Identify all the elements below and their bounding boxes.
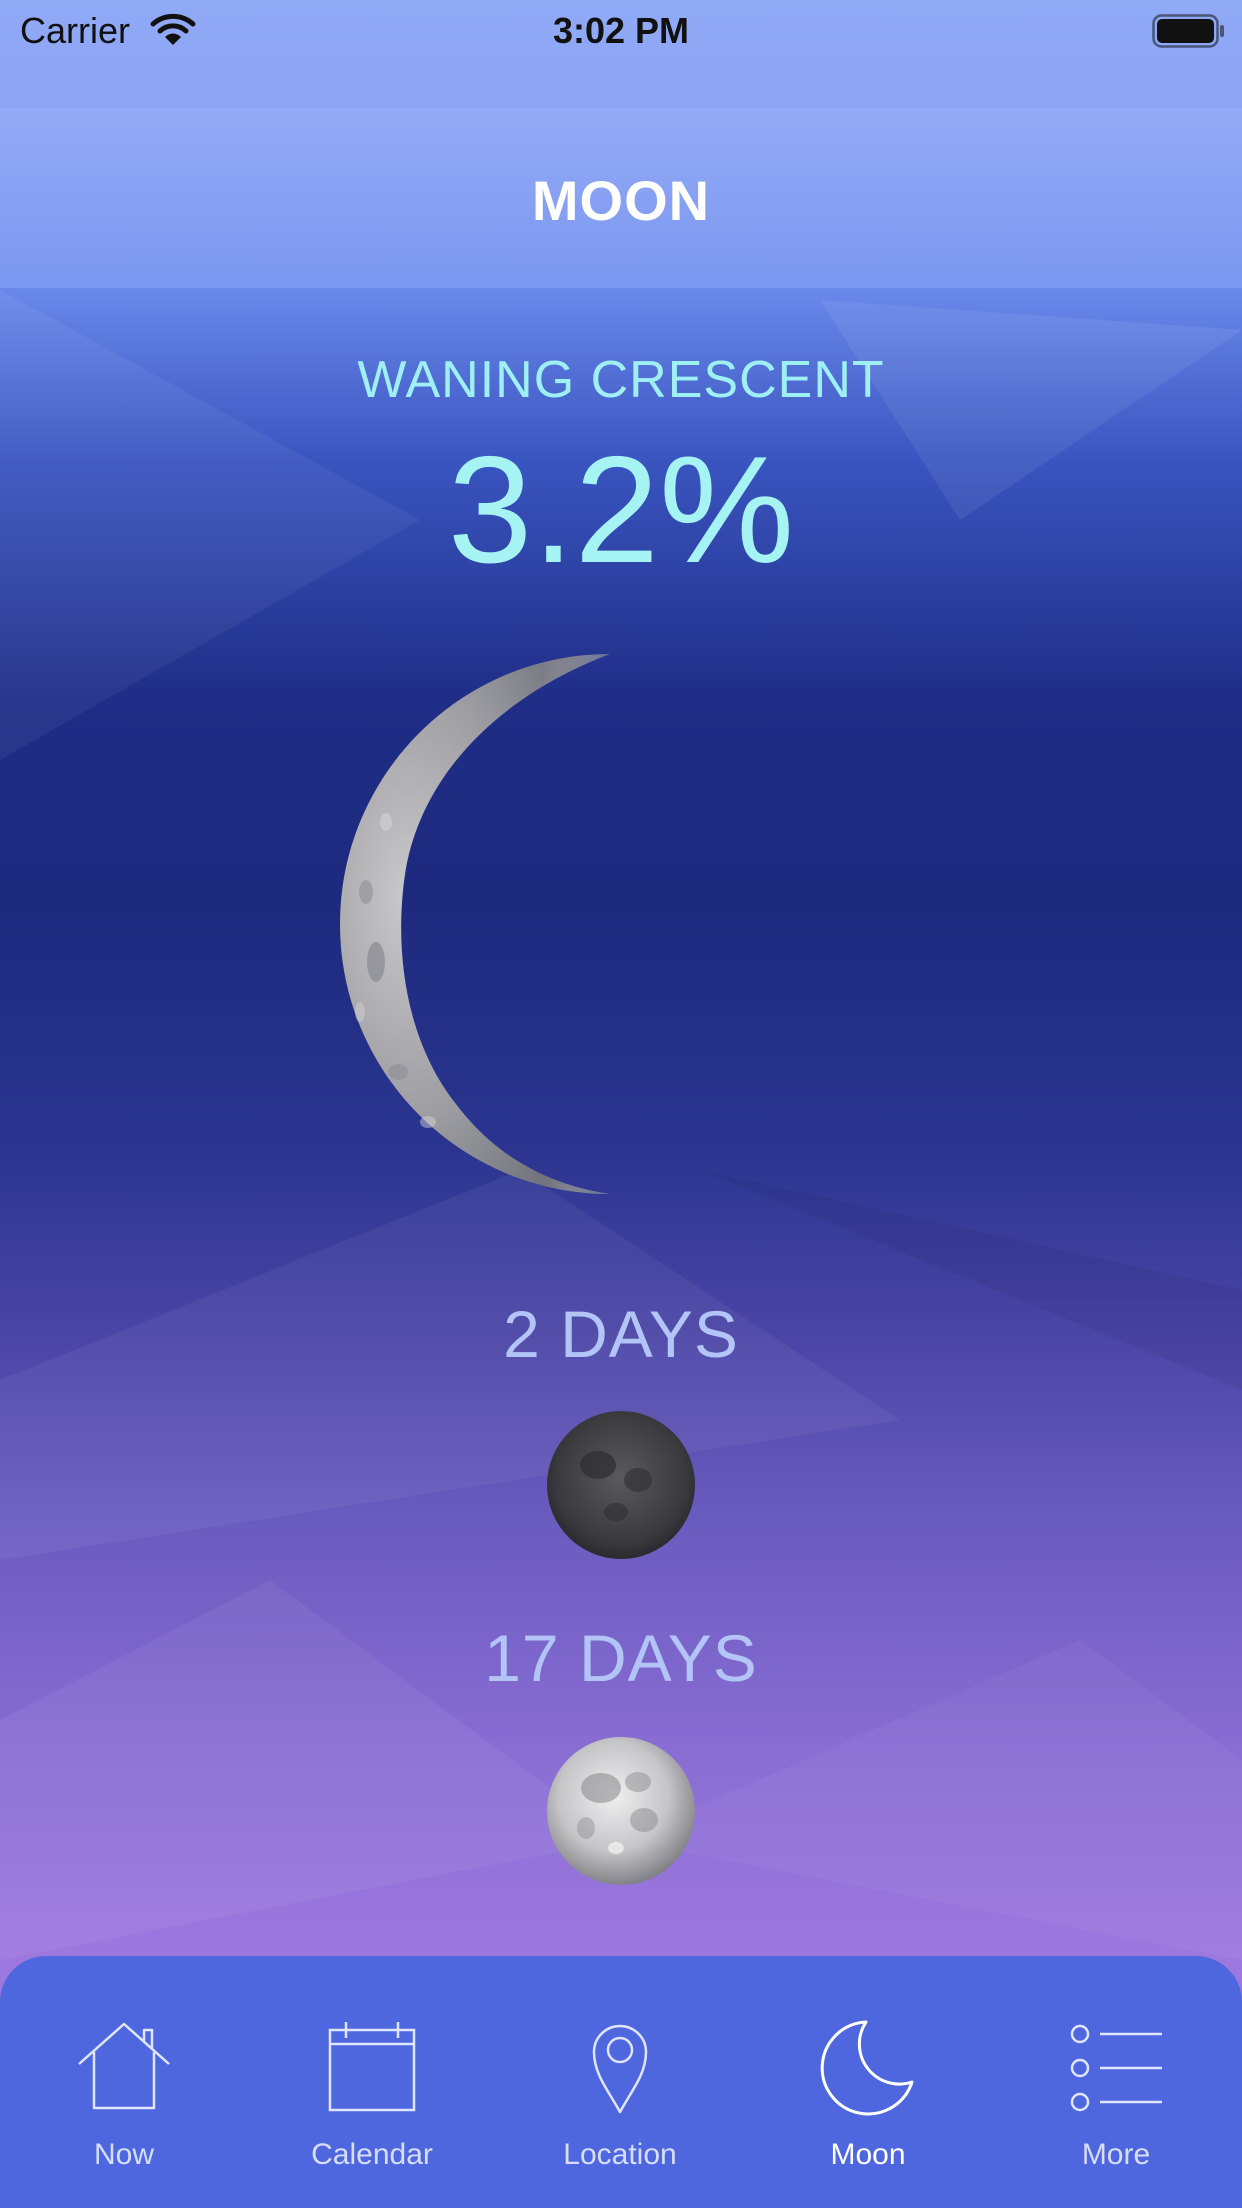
list-icon: [1070, 2024, 1162, 2112]
tab-label-location: Location: [563, 2138, 677, 2171]
moon-icon: [820, 2020, 914, 2116]
waning-crescent-moon-image: [340, 654, 610, 1194]
status-bar: Carrier 3:02 PM: [0, 0, 1242, 62]
new-moon-image: [547, 1411, 695, 1559]
days-to-full-moon: 17 DAYS: [484, 1621, 758, 1695]
tab-location[interactable]: Location: [496, 1956, 744, 2208]
status-time: 3:02 PM: [552, 10, 690, 51]
page-title: MOON: [531, 169, 711, 232]
tab-label-now: Now: [93, 2138, 154, 2171]
moon-phase-name: WANING CRESCENT: [357, 351, 885, 409]
calendar-icon: [328, 2022, 416, 2112]
battery-full-icon: [1152, 14, 1224, 48]
tab-now[interactable]: Now: [0, 1956, 248, 2208]
tab-label-moon: Moon: [830, 2138, 906, 2171]
full-moon-image: [547, 1737, 695, 1885]
moon-screen: Carrier 3:02 PM MOON WANING CRESCENT 3.2…: [0, 0, 1242, 2208]
days-to-new-moon: 2 DAYS: [503, 1297, 739, 1371]
navigation-bar: MOON: [0, 108, 1242, 288]
house-icon: [78, 2022, 170, 2110]
moon-illumination: 3.2%: [447, 425, 795, 595]
tab-moon[interactable]: Moon: [744, 1956, 992, 2208]
tab-calendar[interactable]: Calendar: [248, 1956, 496, 2208]
tab-label-calendar: Calendar: [311, 2138, 433, 2171]
location-pin-icon: [592, 2024, 648, 2114]
tab-label-more: More: [1081, 2138, 1151, 2171]
tab-more[interactable]: More: [992, 1956, 1240, 2208]
tab-bar: Now Calendar Location Moon More: [0, 1956, 1242, 2208]
